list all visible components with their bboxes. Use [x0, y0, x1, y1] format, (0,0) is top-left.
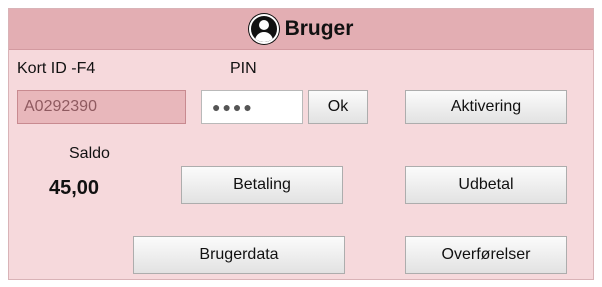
betaling-button[interactable]: Betaling	[181, 166, 343, 204]
panel-title: Bruger	[284, 17, 354, 40]
brugerdata-button[interactable]: Brugerdata	[133, 236, 345, 274]
saldo-label: Saldo	[69, 145, 110, 162]
panel-header: Bruger	[9, 9, 593, 50]
overforsler-button[interactable]: Overførelser	[405, 236, 567, 274]
ok-button[interactable]: Ok	[308, 90, 368, 124]
user-circle-icon	[248, 14, 279, 44]
pin-field[interactable]: ●●●●	[201, 90, 303, 124]
udbetal-button[interactable]: Udbetal	[405, 166, 567, 204]
card-id-label: Kort ID -F4	[17, 60, 96, 77]
aktivering-button[interactable]: Aktivering	[405, 90, 567, 124]
saldo-value: 45,00	[49, 177, 100, 199]
card-id-field[interactable]: A0292390	[17, 90, 186, 124]
pin-label: PIN	[230, 60, 257, 77]
user-panel: Bruger Kort ID -F4 PIN A0292390 ●●●● Ok …	[8, 8, 594, 280]
